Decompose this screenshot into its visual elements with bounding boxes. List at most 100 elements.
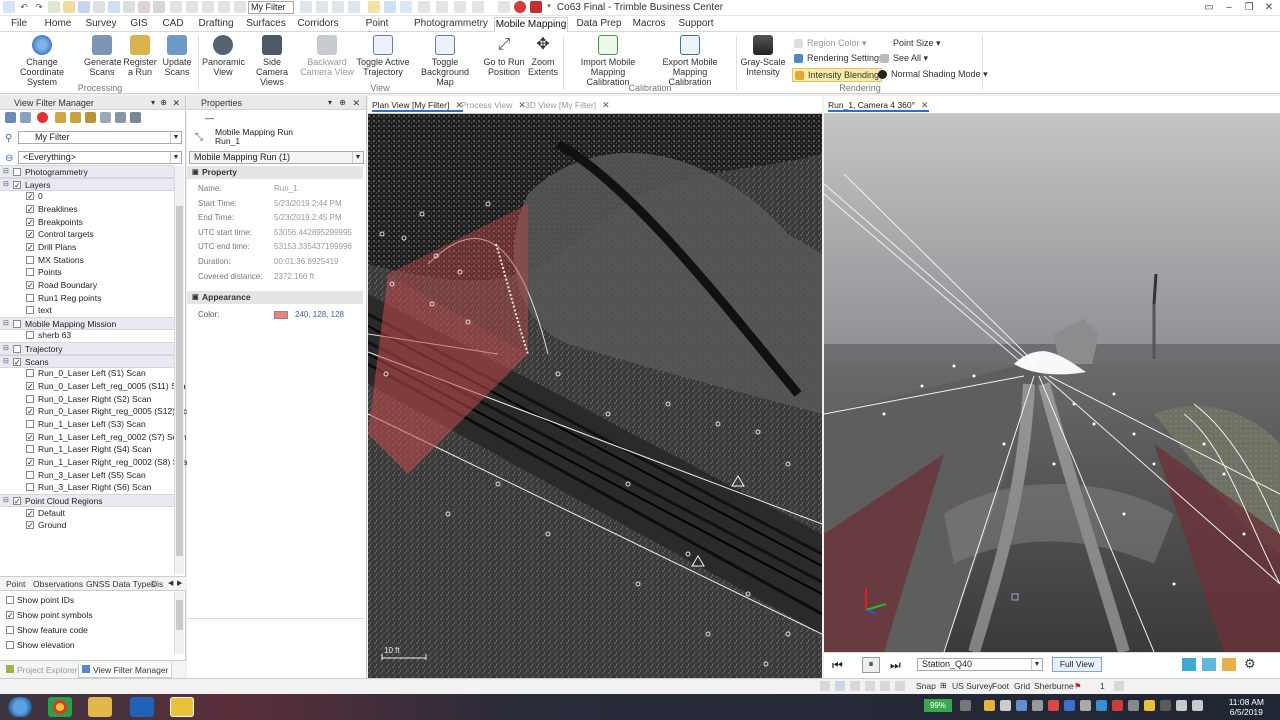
tree-checkbox[interactable] bbox=[26, 483, 34, 492]
tree-checkbox[interactable]: ✓ bbox=[26, 204, 34, 213]
ribbon-toggle-icon[interactable]: ▭ bbox=[1202, 1, 1216, 14]
delete-filter-icon[interactable] bbox=[37, 112, 48, 123]
properties-pin-icon[interactable]: ⊕ bbox=[339, 96, 346, 110]
point-option[interactable]: ✓ Show point symbols bbox=[0, 609, 174, 622]
see-all-button[interactable]: See All ▾ bbox=[880, 52, 928, 64]
tray-icon[interactable] bbox=[960, 700, 971, 711]
tree-checkbox[interactable] bbox=[13, 345, 21, 354]
tree-checkbox[interactable] bbox=[26, 420, 34, 428]
status-tool-icon-5[interactable] bbox=[880, 681, 890, 691]
tree-item[interactable]: text bbox=[0, 304, 174, 317]
tree-item[interactable]: Run_0_Laser Left (S1) Scan bbox=[0, 367, 174, 380]
layer-tool-icon[interactable] bbox=[55, 112, 66, 123]
tree-item[interactable]: ✓ 0 bbox=[0, 190, 174, 203]
property-row[interactable]: Name: Run_1 bbox=[187, 182, 363, 196]
tree-checkbox[interactable]: ✓ bbox=[26, 407, 34, 416]
tree-checkbox[interactable]: ✓ bbox=[13, 357, 21, 366]
tree-group[interactable]: ⊟ ✓ Point Cloud Regions bbox=[0, 493, 174, 507]
point-size-button[interactable]: Point Size ▾ bbox=[880, 37, 941, 49]
layer-tool-icon-3[interactable] bbox=[85, 112, 96, 123]
tab-view-filter-manager[interactable]: View Filter Manager bbox=[78, 663, 173, 678]
tab-surfaces[interactable]: Surfaces bbox=[246, 17, 286, 32]
clock[interactable]: 11:08 AM 6/5/2019 bbox=[1229, 697, 1264, 717]
expand-toggle-icon[interactable]: ⊟ bbox=[3, 166, 9, 178]
tab-gis[interactable]: GIS bbox=[128, 17, 150, 32]
tree-item[interactable]: Run_3_Laser Right (S6) Scan bbox=[0, 481, 174, 494]
options-scrollbar-thumb[interactable] bbox=[176, 600, 183, 630]
pin-icon[interactable]: ⊕ bbox=[160, 96, 167, 110]
tree-group[interactable]: ⊟ ✓ Layers bbox=[0, 177, 174, 191]
tree-checkbox[interactable] bbox=[26, 470, 34, 479]
tab-cad[interactable]: CAD bbox=[160, 17, 186, 32]
tab-mobile-mapping[interactable]: Mobile Mapping bbox=[494, 17, 568, 32]
station-select[interactable]: Station_Q40 ▼ bbox=[917, 658, 1043, 671]
normal-shading-mode-button[interactable]: Normal Shading Mode ▾ bbox=[878, 68, 988, 80]
color-row[interactable]: Color: 240, 128, 128 bbox=[187, 308, 363, 322]
zoom-extents-button[interactable]: ✥ Zoom Extents bbox=[528, 35, 558, 77]
snap-toggle[interactable]: Snap bbox=[916, 681, 936, 691]
register-run-button[interactable]: Register a Run bbox=[122, 35, 158, 77]
intensity-blending-button[interactable]: Intensity Blending bbox=[792, 68, 883, 82]
tree-checkbox[interactable] bbox=[26, 369, 34, 378]
status-tool-icon-4[interactable] bbox=[865, 681, 875, 691]
tab-point-clouds[interactable]: Point Clouds bbox=[350, 17, 404, 42]
property-row[interactable]: Start Time: 5/23/2019 2:44 PM bbox=[187, 197, 363, 211]
filter-select[interactable]: My Filter ▼ bbox=[18, 131, 182, 144]
option-checkbox[interactable] bbox=[6, 641, 14, 649]
tree-checkbox[interactable]: ✓ bbox=[26, 280, 34, 289]
panoramic-view-button[interactable]: Panoramic View bbox=[202, 35, 245, 77]
tab-point[interactable]: Point bbox=[6, 577, 25, 591]
tree-item[interactable]: ✓ Run_1_Laser Right_reg_0002 (S8) Sca bbox=[0, 456, 187, 469]
tree-checkbox[interactable]: ✓ bbox=[13, 496, 21, 505]
foot-label[interactable]: Foot bbox=[992, 681, 1009, 691]
tab-project-explorer[interactable]: Project Explorer bbox=[6, 663, 77, 677]
toggle-background-map-button[interactable]: Toggle Background Map bbox=[412, 35, 478, 87]
tab-camera-view[interactable]: Run_1, Camera 4 360° ✕ bbox=[828, 99, 929, 112]
point-option[interactable]: Show feature code bbox=[0, 624, 174, 637]
gray-scale-intensity-button[interactable]: Gray-Scale Intensity bbox=[740, 35, 786, 77]
tbc-app-icon[interactable] bbox=[170, 697, 194, 717]
tree-item[interactable]: ✓ Breaklines bbox=[0, 203, 174, 216]
tree-checkbox[interactable]: ✓ bbox=[26, 508, 34, 517]
layer-tool-icon-4[interactable] bbox=[100, 112, 111, 123]
previous-frame-icon[interactable]: ⏮ bbox=[832, 658, 843, 673]
status-end-icon[interactable] bbox=[1114, 681, 1124, 691]
tree-item[interactable]: ✓ Default bbox=[0, 507, 174, 520]
property-row[interactable]: UTC end time: 53153.335437199996 bbox=[187, 240, 363, 254]
tree-item[interactable]: ✓ Run_0_Laser Left_reg_0005 (S11) Sca bbox=[0, 380, 186, 393]
tree-checkbox[interactable]: ✓ bbox=[26, 382, 34, 391]
tray-icon-7[interactable] bbox=[1064, 700, 1075, 711]
tab-plan-view[interactable]: Plan View [My Filter] ✕ bbox=[372, 99, 463, 112]
volume-icon[interactable] bbox=[1192, 700, 1203, 711]
tree-checkbox[interactable] bbox=[26, 268, 34, 277]
go-to-run-position-button[interactable]: ⤢ Go to Run Position bbox=[482, 35, 526, 77]
camera-tool-icon-3[interactable] bbox=[1222, 658, 1236, 671]
camera-tool-icon-2[interactable] bbox=[1202, 658, 1216, 671]
status-tool-icon-3[interactable] bbox=[850, 681, 860, 691]
tab-observations[interactable]: Observations bbox=[33, 577, 83, 591]
outlook-icon[interactable] bbox=[130, 697, 154, 717]
tree-scrollbar-thumb[interactable] bbox=[176, 206, 183, 556]
tray-icon-9[interactable] bbox=[1112, 700, 1123, 711]
tree-item[interactable]: ✓ Control targets bbox=[0, 228, 174, 241]
expand-toggle-icon[interactable]: ⊟ bbox=[3, 356, 9, 368]
tree-item[interactable]: Run_0_Laser Right (S2) Scan bbox=[0, 393, 174, 406]
point-option[interactable]: Show elevation bbox=[0, 639, 174, 652]
tab-3d-view[interactable]: 3D View [My Filter] ✕ bbox=[525, 99, 610, 112]
tab-home[interactable]: Home bbox=[42, 17, 74, 32]
property-row[interactable]: End Time: 5/23/2019 2:45 PM bbox=[187, 211, 363, 225]
side-camera-views-button[interactable]: Side Camera Views bbox=[246, 35, 298, 87]
camera-tool-icon[interactable] bbox=[1182, 658, 1196, 671]
tab-process-view[interactable]: Process View ✕ bbox=[461, 99, 526, 112]
tree-checkbox[interactable] bbox=[13, 168, 21, 176]
tree-item[interactable]: ✓ Run_0_Laser Right_reg_0005 (S12) Sc bbox=[0, 405, 187, 418]
panel-close-icon[interactable]: ✕ bbox=[172, 96, 180, 110]
tree-item[interactable]: sherb 63 bbox=[0, 329, 174, 342]
tree-checkbox[interactable]: ✓ bbox=[26, 457, 34, 466]
pause-icon[interactable]: ⏸ bbox=[862, 657, 880, 673]
property-row[interactable]: Duration: 00:01:36.8925419 bbox=[187, 255, 363, 269]
backward-camera-view-button[interactable]: Backward Camera View bbox=[300, 35, 354, 77]
tree-item[interactable]: Points bbox=[0, 266, 174, 279]
tree-item[interactable]: Run_1_Laser Left (S3) Scan bbox=[0, 418, 174, 431]
option-checkbox[interactable]: ✓ bbox=[6, 611, 14, 620]
